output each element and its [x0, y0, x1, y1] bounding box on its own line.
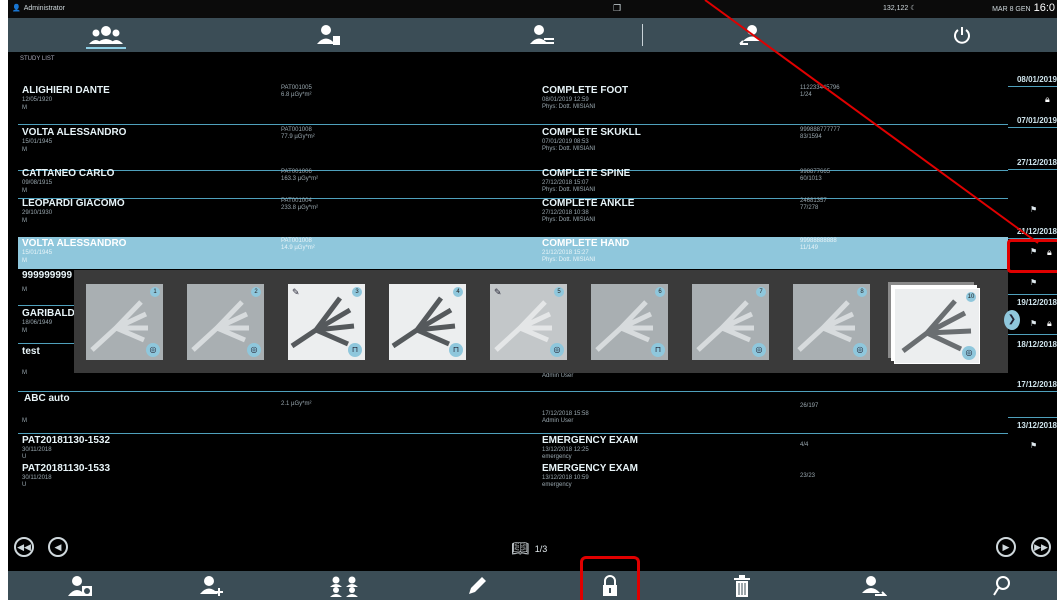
application-screen: 👤 Administrator ❐ 132,122 ☾ MAR 8 GEN 16…: [8, 0, 1057, 600]
annotation-arrow-line: [704, 0, 1039, 244]
annotation-arrow: [704, 0, 1039, 244]
